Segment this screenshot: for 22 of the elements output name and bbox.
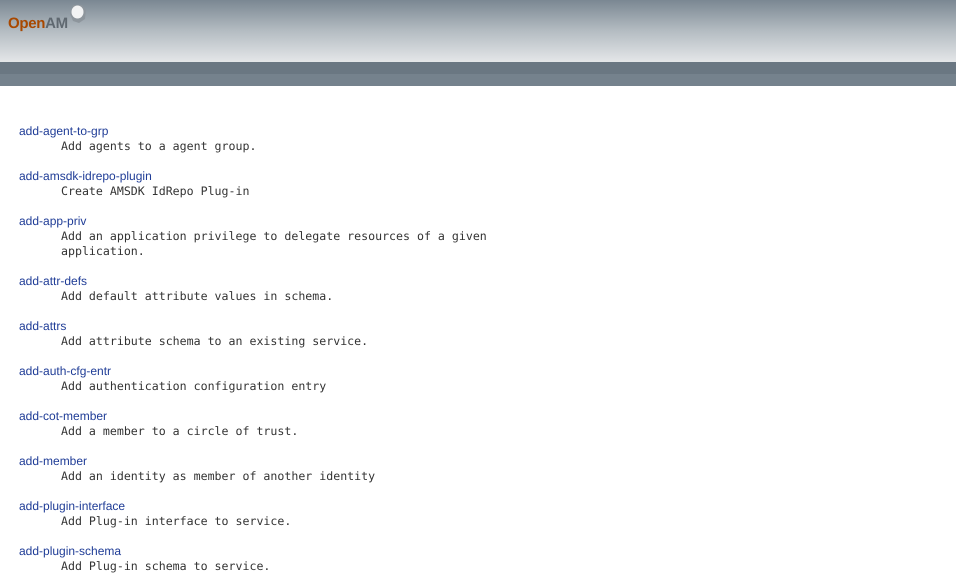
command-link[interactable]: add-plugin-interface — [19, 499, 126, 514]
command-description: Add agents to a agent group. — [61, 139, 258, 154]
command-description: Add Plug-in interface to service. — [61, 514, 292, 529]
command-link[interactable]: add-member — [19, 454, 88, 469]
command-link[interactable]: add-cot-member — [19, 409, 108, 424]
command-link[interactable]: add-attr-defs — [19, 274, 88, 289]
gem-icon — [68, 4, 87, 24]
command-description: Add an application privilege to delegate resources of a given application. — [61, 229, 488, 259]
command-description: Add authentication configuration entry — [61, 379, 328, 394]
command-link[interactable]: add-auth-cfg-entr — [19, 364, 112, 379]
command-description: Create AMSDK IdRepo Plug-in — [61, 184, 250, 199]
command-description: Add an identity as member of another identity — [61, 469, 376, 484]
logo-text: OpenAM — [8, 15, 68, 32]
command-description: Add Plug-in schema to service. — [61, 559, 272, 573]
command-link[interactable]: add-plugin-schema — [19, 544, 122, 559]
command-description: Add default attribute values in schema. — [61, 289, 334, 304]
command-link[interactable]: add-amsdk-idrepo-plugin — [19, 169, 152, 184]
command-link[interactable]: add-app-priv — [19, 214, 86, 229]
command-description: Add a member to a circle of trust. — [61, 424, 300, 439]
command-description: Add attribute schema to an existing service. — [61, 334, 370, 349]
command-link[interactable]: add-agent-to-grp — [19, 124, 108, 139]
command-link[interactable]: add-attrs — [19, 319, 66, 334]
